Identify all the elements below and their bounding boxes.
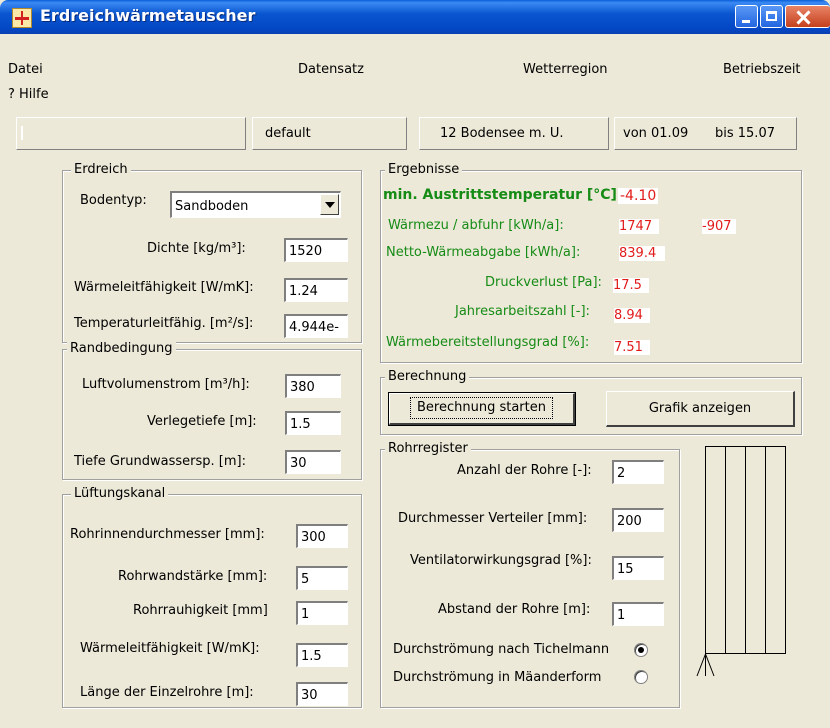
verlegetiefe-label: Verlegetiefe [m]: <box>147 414 257 429</box>
group-title: Berechnung <box>385 369 470 384</box>
rauhigkeit-input[interactable]: 1 <box>296 601 348 625</box>
druckverlust-label: Druckverlust [Pa]: <box>485 275 602 290</box>
kanal-waermeleit-label: Wärmeleitfähigkeit [W/mK]: <box>80 641 260 656</box>
netto-label: Netto-Wärmeabgabe [kWh/a]: <box>386 245 581 260</box>
menu-hilfe[interactable]: ? Hilfe <box>8 87 49 102</box>
dichte-label: Dichte [kg/m³]: <box>147 241 246 256</box>
waermezu-label: Wärmezu / abfuhr [kWh/a]: <box>388 218 564 233</box>
grafik-anzeigen-button[interactable]: Grafik anzeigen <box>606 391 795 427</box>
druckverlust-value: 17.5 <box>613 278 649 293</box>
laenge-label: Länge der Einzelrohre [m]: <box>80 685 254 700</box>
status-datensatz: default <box>265 126 311 141</box>
status-panel-wetterregion: 12 Bodensee m. U. <box>419 117 609 150</box>
dropdown-button[interactable] <box>320 194 339 215</box>
berechnung-starten-label: Berechnung starten <box>410 397 553 419</box>
bodentyp-value: Sandboden <box>175 199 249 214</box>
kanal-waermeleit-input[interactable]: 1.5 <box>296 643 348 667</box>
minimize-icon <box>742 20 750 23</box>
rauhigkeit-label: Rohrrauhigkeit [mm] <box>133 603 268 618</box>
inlet-arrow <box>696 653 706 677</box>
abstand-input[interactable]: 1 <box>612 602 664 626</box>
pipe-register-diagram <box>696 446 786 677</box>
dichte-input[interactable]: 1520 <box>284 238 348 262</box>
group-title: Ergebnisse <box>385 162 463 177</box>
wandstaerke-input[interactable]: 5 <box>296 566 348 590</box>
group-title: Rohrregister <box>385 441 471 456</box>
status-panel-betriebszeit: von 01.09 bis 15.07 <box>614 117 797 150</box>
jaz-label: Jahresarbeitszahl [-]: <box>455 304 590 319</box>
status-wetterregion: 12 Bodensee m. U. <box>440 126 564 141</box>
luftvolumen-input[interactable]: 380 <box>285 374 341 398</box>
temperaturleit-label: Temperaturleitfähig. [m²/s]: <box>74 316 254 331</box>
group-title: Lüftungskanal <box>71 486 169 501</box>
menu-datensatz[interactable]: Datensatz <box>298 62 364 77</box>
min-temp-value: -4.10 <box>618 188 659 204</box>
grundwasser-input[interactable]: 30 <box>285 450 341 474</box>
luftvolumen-label: Luftvolumenstrom [m³/h]: <box>82 377 250 392</box>
wandstaerke-label: Rohrwandstärke [mm]: <box>118 569 268 584</box>
maximize-icon <box>766 11 777 21</box>
chevron-down-icon <box>325 202 335 208</box>
verteiler-input[interactable]: 200 <box>612 508 664 532</box>
waermezu-value: 1747 <box>619 219 659 234</box>
window-title: Erdreichwärmetauscher <box>40 6 256 25</box>
waermeleit-input[interactable]: 1.24 <box>284 278 348 302</box>
temperaturleit-input[interactable]: 4.944e- <box>284 314 348 338</box>
status-von: von 01.09 <box>623 126 689 141</box>
waermeab-value: -907 <box>702 219 736 234</box>
bodentyp-select[interactable]: Sandboden <box>170 191 341 218</box>
bodentyp-label: Bodentyp: <box>80 193 147 208</box>
grundwasser-label: Tiefe Grundwassersp. [m]: <box>74 454 246 469</box>
laenge-input[interactable]: 30 <box>296 682 348 706</box>
maeander-radio[interactable] <box>634 670 648 684</box>
status-panel-file <box>16 117 246 150</box>
inlet-arrow <box>705 653 715 677</box>
maeander-label: Durchströmung in Mäanderform <box>393 670 602 685</box>
status-panel-datensatz: default <box>252 117 407 150</box>
netto-value: 839.4 <box>619 246 665 261</box>
innendurchmesser-input[interactable]: 300 <box>296 524 348 548</box>
abstand-label: Abstand der Rohre [m]: <box>438 602 591 617</box>
ventilator-input[interactable]: 15 <box>612 556 664 580</box>
tichelmann-label: Durchströmung nach Tichelmann <box>393 642 610 657</box>
bereitstellung-value: 7.51 <box>614 340 650 355</box>
verteiler-label: Durchmesser Verteiler [mm]: <box>398 511 588 526</box>
waermeleit-label: Wärmeleitfähigkeit [W/mK]: <box>74 280 254 295</box>
maximize-button[interactable] <box>760 5 783 28</box>
group-title: Erdreich <box>71 162 131 177</box>
anzahl-label: Anzahl der Rohre [-]: <box>457 463 592 478</box>
close-button[interactable] <box>785 5 830 28</box>
innendurchmesser-label: Rohrinnendurchmesser [mm]: <box>70 527 265 542</box>
status-bis: bis 15.07 <box>715 126 775 141</box>
berechnung-starten-button[interactable]: Berechnung starten <box>388 392 576 426</box>
menu-datei[interactable]: Datei <box>8 62 43 77</box>
menu-wetterregion[interactable]: Wetterregion <box>523 62 608 77</box>
verlegetiefe-input[interactable]: 1.5 <box>285 411 341 435</box>
menu-betriebszeit[interactable]: Betriebszeit <box>723 62 801 77</box>
min-temp-label: min. Austrittstemperatur [°C]: <box>383 187 623 203</box>
ventilator-label: Ventilatorwirkungsgrad [%]: <box>410 553 592 568</box>
app-icon <box>12 8 32 28</box>
minimize-button[interactable] <box>735 5 758 28</box>
tichelmann-radio[interactable] <box>634 643 648 657</box>
bereitstellung-label: Wärmebereitstellungsgrad [%]: <box>386 335 590 350</box>
jaz-value: 8.94 <box>614 308 650 323</box>
group-title: Randbedingung <box>67 341 176 356</box>
anzahl-input[interactable]: 2 <box>612 460 664 484</box>
